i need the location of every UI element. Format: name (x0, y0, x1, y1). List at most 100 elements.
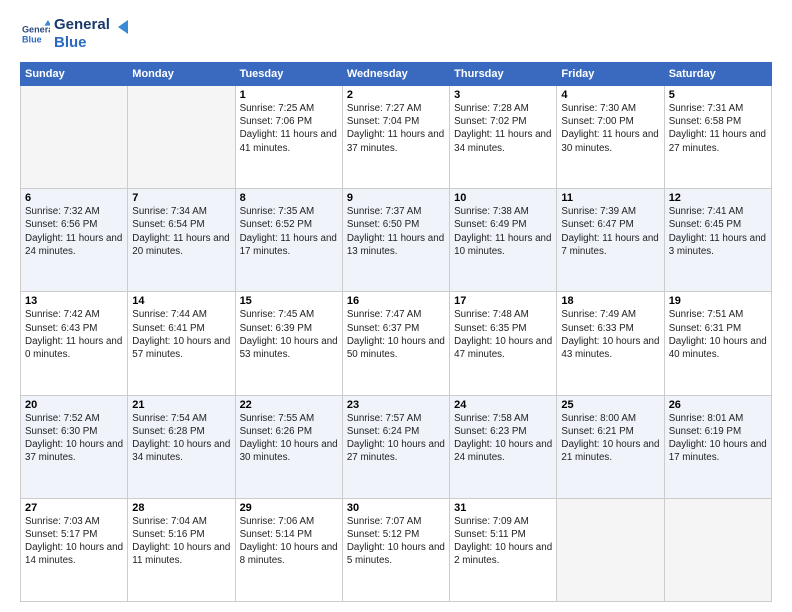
day-info: Sunrise: 7:31 AM Sunset: 6:58 PM Dayligh… (669, 102, 767, 155)
weekday-header-saturday: Saturday (664, 63, 771, 86)
day-number: 29 (240, 502, 338, 514)
day-number: 16 (347, 295, 445, 307)
day-number: 6 (25, 192, 123, 204)
header: General Blue General Blue (20, 16, 772, 52)
day-info: Sunrise: 7:38 AM Sunset: 6:49 PM Dayligh… (454, 205, 552, 258)
weekday-header-monday: Monday (128, 63, 235, 86)
day-info: Sunrise: 7:47 AM Sunset: 6:37 PM Dayligh… (347, 308, 445, 361)
logo: General Blue General Blue (20, 16, 134, 52)
day-number: 17 (454, 295, 552, 307)
logo-icon: General Blue (22, 20, 50, 48)
calendar-cell: 24Sunrise: 7:58 AM Sunset: 6:23 PM Dayli… (450, 395, 557, 498)
weekday-header-wednesday: Wednesday (342, 63, 449, 86)
day-info: Sunrise: 8:01 AM Sunset: 6:19 PM Dayligh… (669, 412, 767, 465)
calendar-cell: 13Sunrise: 7:42 AM Sunset: 6:43 PM Dayli… (21, 292, 128, 395)
day-number: 18 (561, 295, 659, 307)
calendar-cell: 11Sunrise: 7:39 AM Sunset: 6:47 PM Dayli… (557, 189, 664, 292)
day-info: Sunrise: 7:25 AM Sunset: 7:06 PM Dayligh… (240, 102, 338, 155)
day-info: Sunrise: 7:39 AM Sunset: 6:47 PM Dayligh… (561, 205, 659, 258)
calendar-cell: 2Sunrise: 7:27 AM Sunset: 7:04 PM Daylig… (342, 86, 449, 189)
weekday-header-tuesday: Tuesday (235, 63, 342, 86)
day-number: 14 (132, 295, 230, 307)
day-number: 9 (347, 192, 445, 204)
day-number: 3 (454, 89, 552, 101)
calendar-cell (557, 498, 664, 601)
calendar-cell: 29Sunrise: 7:06 AM Sunset: 5:14 PM Dayli… (235, 498, 342, 601)
day-number: 23 (347, 399, 445, 411)
day-number: 5 (669, 89, 767, 101)
calendar-cell: 19Sunrise: 7:51 AM Sunset: 6:31 PM Dayli… (664, 292, 771, 395)
calendar-cell: 25Sunrise: 8:00 AM Sunset: 6:21 PM Dayli… (557, 395, 664, 498)
weekday-header-row: SundayMondayTuesdayWednesdayThursdayFrid… (21, 63, 772, 86)
day-number: 1 (240, 89, 338, 101)
day-number: 21 (132, 399, 230, 411)
day-number: 26 (669, 399, 767, 411)
day-info: Sunrise: 7:51 AM Sunset: 6:31 PM Dayligh… (669, 308, 767, 361)
page: General Blue General Blue SundayMondayTu… (0, 0, 792, 612)
day-info: Sunrise: 7:42 AM Sunset: 6:43 PM Dayligh… (25, 308, 123, 361)
day-info: Sunrise: 7:55 AM Sunset: 6:26 PM Dayligh… (240, 412, 338, 465)
logo-arrow-icon (112, 16, 134, 38)
day-number: 8 (240, 192, 338, 204)
day-info: Sunrise: 7:48 AM Sunset: 6:35 PM Dayligh… (454, 308, 552, 361)
day-info: Sunrise: 7:06 AM Sunset: 5:14 PM Dayligh… (240, 515, 338, 568)
day-number: 11 (561, 192, 659, 204)
calendar-cell: 15Sunrise: 7:45 AM Sunset: 6:39 PM Dayli… (235, 292, 342, 395)
logo-general: General (54, 16, 110, 34)
day-number: 28 (132, 502, 230, 514)
day-info: Sunrise: 7:03 AM Sunset: 5:17 PM Dayligh… (25, 515, 123, 568)
day-info: Sunrise: 7:07 AM Sunset: 5:12 PM Dayligh… (347, 515, 445, 568)
day-number: 4 (561, 89, 659, 101)
calendar-cell: 12Sunrise: 7:41 AM Sunset: 6:45 PM Dayli… (664, 189, 771, 292)
calendar-cell: 9Sunrise: 7:37 AM Sunset: 6:50 PM Daylig… (342, 189, 449, 292)
svg-text:General: General (22, 25, 50, 35)
calendar-cell: 8Sunrise: 7:35 AM Sunset: 6:52 PM Daylig… (235, 189, 342, 292)
weekday-header-thursday: Thursday (450, 63, 557, 86)
day-number: 19 (669, 295, 767, 307)
day-number: 31 (454, 502, 552, 514)
day-info: Sunrise: 7:44 AM Sunset: 6:41 PM Dayligh… (132, 308, 230, 361)
calendar-week-row: 6Sunrise: 7:32 AM Sunset: 6:56 PM Daylig… (21, 189, 772, 292)
day-info: Sunrise: 7:32 AM Sunset: 6:56 PM Dayligh… (25, 205, 123, 258)
day-info: Sunrise: 7:35 AM Sunset: 6:52 PM Dayligh… (240, 205, 338, 258)
weekday-header-friday: Friday (557, 63, 664, 86)
calendar-cell: 4Sunrise: 7:30 AM Sunset: 7:00 PM Daylig… (557, 86, 664, 189)
calendar-cell: 3Sunrise: 7:28 AM Sunset: 7:02 PM Daylig… (450, 86, 557, 189)
calendar-cell: 14Sunrise: 7:44 AM Sunset: 6:41 PM Dayli… (128, 292, 235, 395)
logo-blue: Blue (54, 34, 110, 52)
calendar-cell: 20Sunrise: 7:52 AM Sunset: 6:30 PM Dayli… (21, 395, 128, 498)
calendar-cell: 16Sunrise: 7:47 AM Sunset: 6:37 PM Dayli… (342, 292, 449, 395)
calendar-cell: 5Sunrise: 7:31 AM Sunset: 6:58 PM Daylig… (664, 86, 771, 189)
calendar-cell: 30Sunrise: 7:07 AM Sunset: 5:12 PM Dayli… (342, 498, 449, 601)
calendar-table: SundayMondayTuesdayWednesdayThursdayFrid… (20, 62, 772, 602)
day-number: 10 (454, 192, 552, 204)
calendar-cell: 23Sunrise: 7:57 AM Sunset: 6:24 PM Dayli… (342, 395, 449, 498)
day-info: Sunrise: 7:04 AM Sunset: 5:16 PM Dayligh… (132, 515, 230, 568)
calendar-week-row: 13Sunrise: 7:42 AM Sunset: 6:43 PM Dayli… (21, 292, 772, 395)
day-info: Sunrise: 8:00 AM Sunset: 6:21 PM Dayligh… (561, 412, 659, 465)
day-info: Sunrise: 7:09 AM Sunset: 5:11 PM Dayligh… (454, 515, 552, 568)
calendar-cell (128, 86, 235, 189)
calendar-week-row: 1Sunrise: 7:25 AM Sunset: 7:06 PM Daylig… (21, 86, 772, 189)
day-number: 24 (454, 399, 552, 411)
calendar-cell: 31Sunrise: 7:09 AM Sunset: 5:11 PM Dayli… (450, 498, 557, 601)
calendar-week-row: 27Sunrise: 7:03 AM Sunset: 5:17 PM Dayli… (21, 498, 772, 601)
calendar-cell: 21Sunrise: 7:54 AM Sunset: 6:28 PM Dayli… (128, 395, 235, 498)
calendar-cell: 28Sunrise: 7:04 AM Sunset: 5:16 PM Dayli… (128, 498, 235, 601)
calendar-cell: 22Sunrise: 7:55 AM Sunset: 6:26 PM Dayli… (235, 395, 342, 498)
calendar-cell: 10Sunrise: 7:38 AM Sunset: 6:49 PM Dayli… (450, 189, 557, 292)
calendar-cell: 26Sunrise: 8:01 AM Sunset: 6:19 PM Dayli… (664, 395, 771, 498)
day-number: 20 (25, 399, 123, 411)
calendar-cell: 1Sunrise: 7:25 AM Sunset: 7:06 PM Daylig… (235, 86, 342, 189)
calendar-cell (664, 498, 771, 601)
day-number: 15 (240, 295, 338, 307)
day-number: 25 (561, 399, 659, 411)
weekday-header-sunday: Sunday (21, 63, 128, 86)
day-info: Sunrise: 7:52 AM Sunset: 6:30 PM Dayligh… (25, 412, 123, 465)
day-info: Sunrise: 7:28 AM Sunset: 7:02 PM Dayligh… (454, 102, 552, 155)
calendar-cell: 7Sunrise: 7:34 AM Sunset: 6:54 PM Daylig… (128, 189, 235, 292)
day-number: 7 (132, 192, 230, 204)
calendar-cell (21, 86, 128, 189)
day-info: Sunrise: 7:54 AM Sunset: 6:28 PM Dayligh… (132, 412, 230, 465)
day-number: 12 (669, 192, 767, 204)
